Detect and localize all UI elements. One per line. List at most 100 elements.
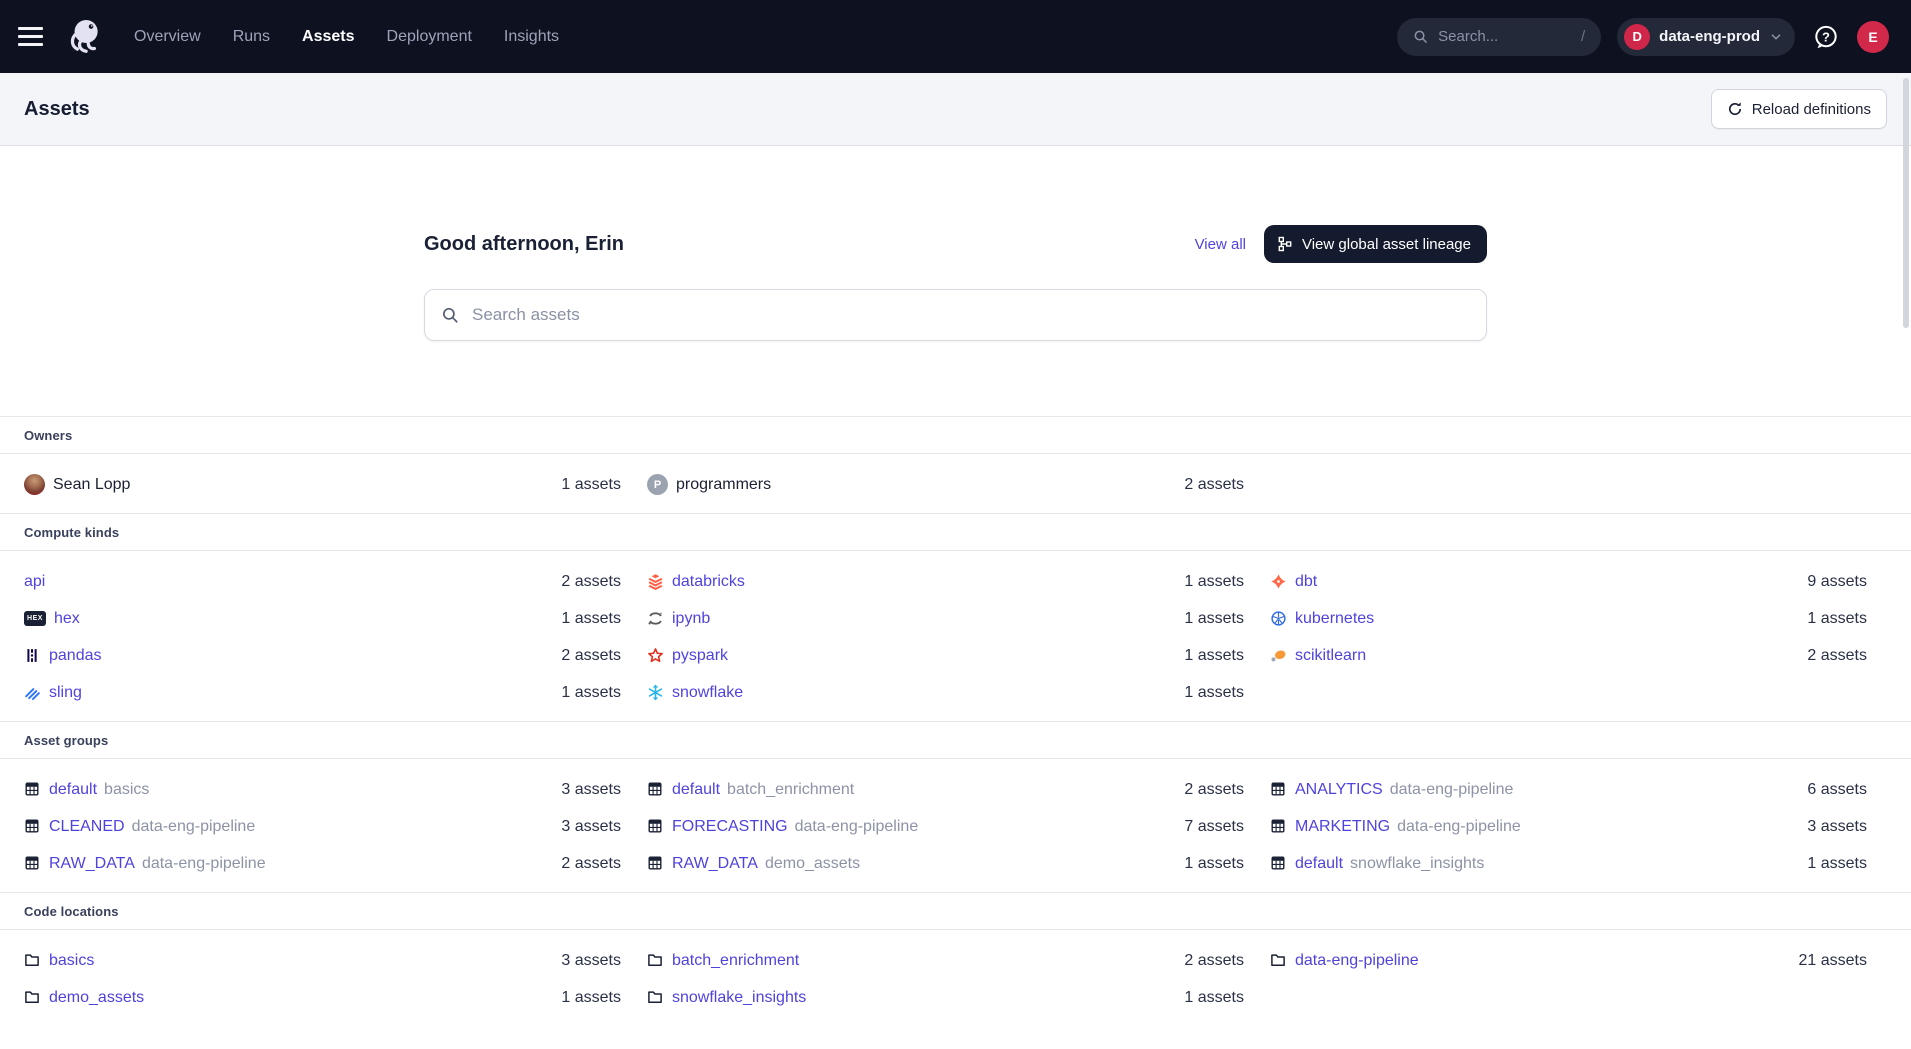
item-link[interactable]: demo_assets [49, 989, 144, 1007]
item-count: 1 assets [561, 989, 621, 1007]
section-label: Code locations [0, 893, 1911, 930]
nav-tab-runs[interactable]: Runs [233, 28, 270, 46]
menu-icon[interactable] [18, 22, 48, 52]
item-suffix: data-eng-pipeline [142, 855, 266, 873]
item-suffix: data-eng-pipeline [1397, 818, 1521, 836]
dagster-logo-icon[interactable] [62, 14, 108, 60]
user-avatar[interactable]: E [1857, 21, 1889, 53]
item-link[interactable]: CLEANED [49, 818, 125, 836]
folder-icon [24, 989, 41, 1006]
item-link[interactable]: pandas [49, 647, 102, 665]
snowflake-icon [647, 684, 664, 701]
asset-group-icon [647, 855, 664, 872]
item-count: 3 assets [561, 781, 621, 799]
item-count: 2 assets [561, 573, 621, 591]
item-link[interactable]: ANALYTICS [1295, 781, 1383, 799]
item-link[interactable]: snowflake_insights [672, 989, 806, 1007]
item-link[interactable]: default [672, 781, 720, 799]
view-global-asset-lineage-button[interactable]: View global asset lineage [1264, 225, 1487, 263]
item-link[interactable]: default [1295, 855, 1343, 873]
workspace-name: data-eng-prod [1659, 28, 1760, 45]
item-count: 2 assets [1184, 781, 1244, 799]
item-link[interactable]: default [49, 781, 97, 799]
code-locations-item: batch_enrichment2 assets [647, 942, 1244, 979]
item-link[interactable]: kubernetes [1295, 610, 1374, 628]
page-title: Assets [24, 98, 90, 121]
sling-icon [24, 684, 41, 701]
item-link[interactable]: batch_enrichment [672, 952, 799, 970]
item-count: 6 assets [1807, 781, 1867, 799]
asset-group-icon [1270, 818, 1287, 835]
item-link[interactable]: api [24, 573, 45, 591]
code-locations-item: basics 3 assets [24, 942, 621, 979]
section-rows: Sean Lopp 1 assets Pprogrammers 2 assets [0, 454, 1911, 513]
item-link[interactable]: pyspark [672, 647, 728, 665]
lineage-icon [1277, 236, 1293, 252]
item-count: 3 assets [1807, 818, 1867, 836]
compute-kinds-item: kubernetes 1 assets [1270, 600, 1867, 637]
asset-groups-item: FORECASTINGdata-eng-pipeline7 assets [647, 808, 1244, 845]
item-suffix: snowflake_insights [1350, 855, 1484, 873]
asset-groups-item: defaultsnowflake_insights1 assets [1270, 845, 1867, 882]
item-link[interactable]: ipynb [672, 610, 710, 628]
item-count: 1 assets [1184, 610, 1244, 628]
item-count: 2 assets [1184, 476, 1244, 494]
reload-definitions-button[interactable]: Reload definitions [1711, 89, 1887, 129]
view-all-link[interactable]: View all [1195, 236, 1246, 253]
item-count: 3 assets [561, 952, 621, 970]
item-link[interactable]: data-eng-pipeline [1295, 952, 1419, 970]
section-rows: basics 3 assets batch_enrichment2 assets da… [0, 930, 1911, 1026]
nav-tab-overview[interactable]: Overview [134, 28, 201, 46]
reload-icon [1727, 101, 1743, 117]
item-link[interactable]: databricks [672, 573, 745, 591]
section-code-locations: Code locations basics 3 assets batch_enrich… [0, 892, 1911, 1026]
item-count: 1 assets [1807, 610, 1867, 628]
item-link[interactable]: MARKETING [1295, 818, 1390, 836]
compute-kinds-item: sling 1 assets [24, 674, 621, 711]
item-link[interactable]: snowflake [672, 684, 743, 702]
item-count: 1 assets [561, 684, 621, 702]
item-link[interactable]: basics [49, 952, 94, 970]
team-letter-avatar: P [647, 474, 668, 495]
asset-group-icon [24, 781, 41, 798]
search-icon [1413, 29, 1428, 44]
item-link[interactable]: FORECASTING [672, 818, 788, 836]
asset-group-icon [647, 818, 664, 835]
dbt-icon [1270, 573, 1287, 590]
section-label: Owners [0, 417, 1911, 454]
item-link[interactable]: sling [49, 684, 82, 702]
item-suffix: basics [104, 781, 149, 799]
compute-kinds-item: api 2 assets [24, 563, 621, 600]
folder-icon [24, 952, 41, 969]
compute-kinds-item: HEXhex1 assets [24, 600, 621, 637]
section-label: Compute kinds [0, 514, 1911, 551]
code-locations-item: snowflake_insights1 assets [647, 979, 1244, 1016]
compute-kinds-item: pandas2 assets [24, 637, 621, 674]
item-link[interactable]: scikitlearn [1295, 647, 1366, 665]
search-assets-input[interactable] [424, 289, 1487, 341]
item-link[interactable]: RAW_DATA [672, 855, 758, 873]
item-link[interactable]: hex [54, 610, 80, 628]
global-search-input[interactable]: Search... / [1397, 18, 1601, 56]
compute-kinds-item: pyspark1 assets [647, 637, 1244, 674]
item-suffix: demo_assets [765, 855, 860, 873]
item-link[interactable]: RAW_DATA [49, 855, 135, 873]
item-suffix: data-eng-pipeline [132, 818, 256, 836]
nav-tab-assets[interactable]: Assets [302, 28, 354, 46]
asset-groups-item: MARKETING data-eng-pipeline 3 assets [1270, 808, 1867, 845]
item-link[interactable]: Sean Lopp [53, 476, 130, 494]
item-count: 1 assets [561, 476, 621, 494]
item-count: 1 assets [1184, 684, 1244, 702]
section-rows: api2 assetsdatabricks1 assetsdbt9 assets… [0, 551, 1911, 721]
workspace-switcher[interactable]: D data-eng-prod [1617, 18, 1795, 56]
nav-tab-insights[interactable]: Insights [504, 28, 559, 46]
item-link[interactable]: dbt [1295, 573, 1317, 591]
search-icon [441, 306, 459, 324]
help-icon[interactable]: ? [1811, 22, 1841, 52]
item-link[interactable]: programmers [676, 476, 771, 494]
scrollbar[interactable] [1903, 78, 1909, 328]
nav-tab-deployment[interactable]: Deployment [387, 28, 472, 46]
section-asset-groups: Asset groups default basics 3 assets default… [0, 721, 1911, 892]
section-label: Asset groups [0, 722, 1911, 759]
asset-groups-item: RAW_DATAdemo_assets1 assets [647, 845, 1244, 882]
